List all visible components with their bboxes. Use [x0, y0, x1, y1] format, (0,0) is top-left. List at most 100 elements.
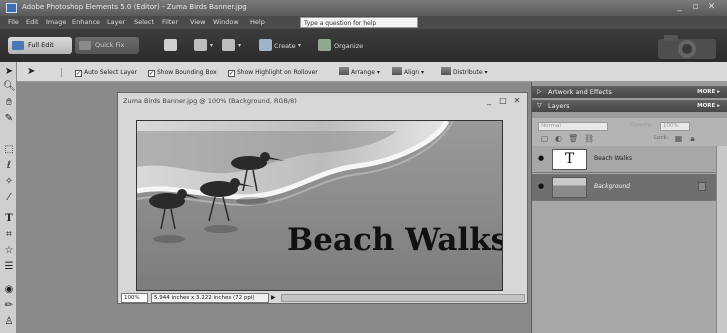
- move-tool-icon[interactable]: ➤: [3, 66, 15, 78]
- menu-layer[interactable]: Layer: [107, 18, 125, 26]
- distribute-dropdown[interactable]: Distribute ▾: [441, 67, 487, 78]
- straighten-tool-icon[interactable]: ☰: [3, 261, 15, 273]
- eyedropper-tool-icon[interactable]: ✎: [3, 113, 15, 125]
- layers-more-button[interactable]: MORE ▸: [697, 100, 720, 112]
- artwork-more-button[interactable]: MORE ▸: [697, 86, 720, 98]
- zoom-tool-icon[interactable]: 🔍︎: [3, 81, 16, 93]
- layer-row-background[interactable]: ● Background: [532, 174, 716, 201]
- arrange-label: Arrange: [351, 69, 375, 76]
- arrange-icon: [339, 67, 349, 75]
- stamp-tool-icon[interactable]: ♙: [3, 316, 15, 328]
- eye-visibility-icon[interactable]: ●: [538, 183, 545, 190]
- menu-view[interactable]: View: [190, 18, 205, 26]
- background-layer-thumbnail: [552, 177, 587, 198]
- order-prints-icon[interactable]: [222, 39, 235, 51]
- maximize-icon[interactable]: ▫: [690, 2, 701, 13]
- zoom-field[interactable]: 100%: [121, 293, 148, 303]
- red-eye-tool-icon[interactable]: ◉: [3, 284, 15, 296]
- hand-tool-icon[interactable]: ✋︎: [3, 97, 15, 109]
- show-bounding-box-checkbox[interactable]: ✓ Show Bounding Box: [148, 68, 217, 77]
- link-layers-icon[interactable]: ⛓︎: [584, 134, 594, 143]
- collapse-triangle-icon[interactable]: ▽: [537, 100, 542, 112]
- menu-bar: File Edit Image Enhance Layer Select Fil…: [0, 16, 727, 29]
- opacity-field[interactable]: 100%: [660, 122, 690, 131]
- organize-button[interactable]: Organize: [334, 42, 363, 50]
- crop-tool-icon[interactable]: ⌗: [3, 229, 15, 241]
- full-edit-label: Full Edit: [28, 41, 54, 49]
- show-highlight-checkbox[interactable]: ✓ Show Highlight on Rollover: [228, 68, 318, 77]
- adjustment-layer-icon[interactable]: ◐: [554, 134, 563, 143]
- type-tool-icon[interactable]: T: [3, 213, 15, 225]
- menu-window[interactable]: Window: [213, 18, 239, 26]
- document-window[interactable]: Zuma Birds Banner.jpg @ 100% (Background…: [117, 92, 528, 304]
- show-bounding-box-label: Show Bounding Box: [157, 69, 217, 76]
- align-icon: [392, 67, 402, 75]
- options-divider: [61, 68, 62, 77]
- organize-icon[interactable]: [318, 39, 331, 51]
- menu-select[interactable]: Select: [134, 18, 154, 26]
- help-search-input[interactable]: Type a question for help: [300, 17, 418, 28]
- artwork-effects-header[interactable]: ▷ Artwork and Effects MORE ▸: [532, 86, 727, 98]
- palette-scrollbar[interactable]: [716, 146, 727, 333]
- brush-tool-icon[interactable]: ✏︎: [3, 300, 15, 312]
- menu-help[interactable]: Help: [250, 18, 265, 26]
- palette-bin: ▷ Artwork and Effects MORE ▸ ▽ Layers MO…: [531, 82, 727, 333]
- image-canvas[interactable]: Beach Walks: [136, 120, 503, 291]
- menu-enhance[interactable]: Enhance: [72, 18, 100, 26]
- layer-name: Beach Walks: [594, 155, 632, 162]
- create-caret-icon[interactable]: ▾: [298, 42, 301, 49]
- share-caret-icon[interactable]: ▾: [210, 42, 213, 49]
- window-title: Adobe Photoshop Elements 5.0 (Editor) - …: [22, 3, 247, 11]
- beach-photo: Beach Walks: [137, 121, 502, 290]
- lock-transparency-icon[interactable]: ▦: [674, 134, 683, 143]
- camera-logo-icon: [658, 35, 716, 59]
- status-menu-arrow-icon[interactable]: ▶: [271, 293, 279, 303]
- doc-minimize-icon[interactable]: _: [484, 95, 494, 107]
- horizontal-scrollbar[interactable]: [281, 294, 525, 302]
- quick-fix-label: Quick Fix: [95, 41, 125, 49]
- artwork-effects-title: Artwork and Effects: [548, 88, 612, 96]
- more-label: MORE: [697, 103, 716, 109]
- minimize-icon[interactable]: _: [674, 2, 685, 13]
- shortcuts-bar: Full Edit Quick Fix ▾ ▾ Create ▾ Organiz…: [0, 29, 727, 62]
- doc-maximize-icon[interactable]: □: [498, 95, 508, 107]
- layers-header[interactable]: ▽ Layers MORE ▸: [532, 100, 727, 112]
- close-icon[interactable]: ✕: [706, 2, 717, 13]
- menu-file[interactable]: File: [8, 18, 19, 26]
- selection-brush-tool-icon[interactable]: ⁄: [3, 192, 15, 204]
- layer-row-beach-walks[interactable]: ● T Beach Walks: [532, 146, 716, 173]
- menu-edit[interactable]: Edit: [26, 18, 39, 26]
- auto-select-layer-checkbox[interactable]: ✓ Auto Select Layer: [75, 68, 137, 77]
- move-tool-option-icon: ➤: [27, 66, 36, 77]
- marquee-tool-icon[interactable]: ⬚: [3, 144, 15, 156]
- create-button[interactable]: Create: [274, 42, 296, 50]
- blend-mode-select[interactable]: Normal: [538, 122, 608, 131]
- magic-wand-tool-icon[interactable]: ✧: [3, 176, 15, 188]
- trash-icon[interactable]: 🗑︎: [568, 134, 578, 143]
- doc-close-icon[interactable]: ✕: [512, 95, 522, 107]
- full-edit-button[interactable]: Full Edit: [8, 37, 72, 54]
- checkmark-icon: ✓: [228, 70, 235, 77]
- more-label: MORE: [697, 89, 716, 95]
- quick-fix-button[interactable]: Quick Fix: [75, 37, 139, 54]
- lock-all-icon[interactable]: 🔒︎: [688, 134, 697, 143]
- type-layer-icon: T: [564, 151, 575, 167]
- quick-fix-icon: [79, 41, 91, 50]
- arrange-dropdown[interactable]: Arrange ▾: [339, 67, 380, 78]
- align-dropdown[interactable]: Align ▾: [392, 67, 424, 78]
- layer-name: Background: [594, 183, 630, 190]
- expand-triangle-icon[interactable]: ▷: [537, 86, 542, 98]
- eye-visibility-icon[interactable]: ●: [538, 155, 545, 162]
- print-icon[interactable]: [164, 39, 177, 51]
- create-icon[interactable]: [259, 39, 272, 51]
- menu-image[interactable]: Image: [46, 18, 66, 26]
- share-icon[interactable]: [194, 39, 207, 51]
- order-caret-icon[interactable]: ▾: [238, 42, 241, 49]
- layer-lock-icon: [698, 182, 706, 191]
- distribute-label: Distribute: [453, 69, 483, 76]
- cookie-cutter-tool-icon[interactable]: ☆: [3, 245, 15, 257]
- new-layer-icon[interactable]: ▢: [540, 134, 549, 143]
- lasso-tool-icon[interactable]: ℓ: [3, 160, 15, 172]
- menu-filter[interactable]: Filter: [162, 18, 178, 26]
- lock-label: Lock:: [654, 135, 669, 141]
